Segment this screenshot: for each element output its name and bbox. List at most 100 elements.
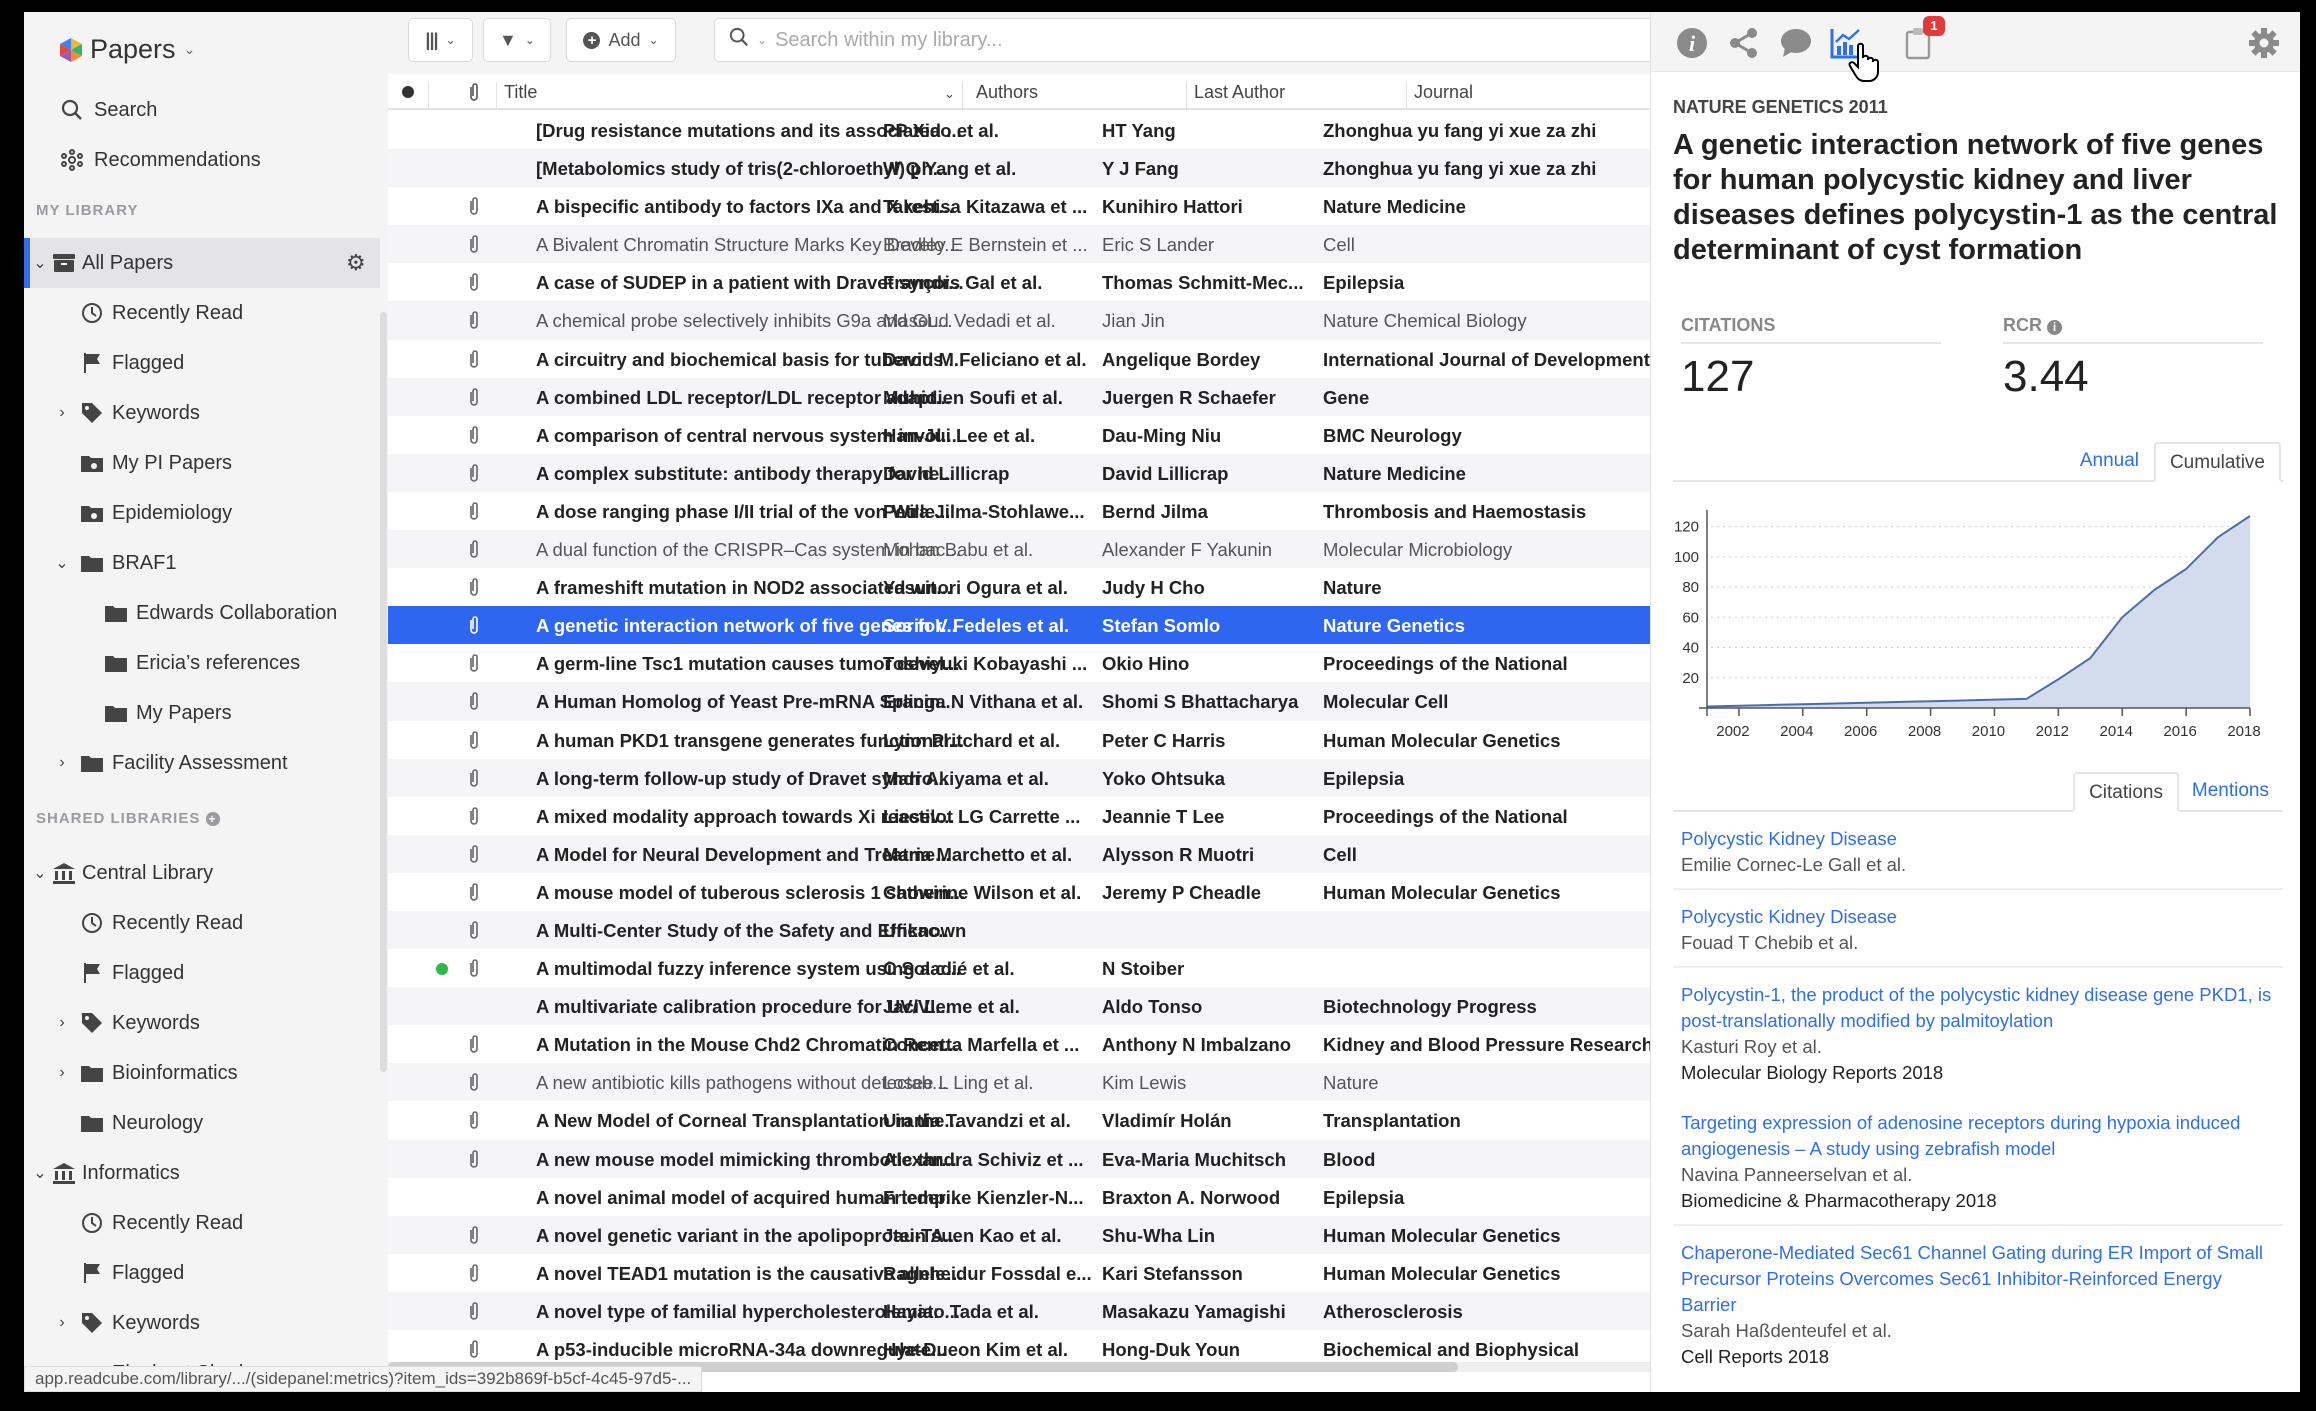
sidebar-item-informatics[interactable]: ⌄ Informatics (24, 1148, 380, 1198)
attachment-icon[interactable] (468, 920, 480, 940)
citing-paper-title-link[interactable]: Polycystic Kidney Disease (1681, 826, 2275, 852)
table-row[interactable]: A long-term follow-up study of Dravet sy… (388, 758, 1662, 797)
table-row[interactable]: A p53-inducible microRNA-34a downregulat… (388, 1330, 1662, 1361)
sidebar-item-edwards-collaboration[interactable]: Edwards Collaboration (24, 588, 380, 638)
attachment-icon[interactable] (468, 691, 480, 711)
table-row[interactable]: A dose ranging phase I/II trial of the v… (388, 492, 1662, 530)
sidebar-item-ericia-s-references[interactable]: Ericia’s references (24, 638, 380, 688)
sort-chevron-icon[interactable]: ⌄ (944, 86, 955, 102)
attachment-icon[interactable] (468, 349, 480, 369)
sidebar-item-flagged[interactable]: Flagged (24, 948, 380, 998)
table-row[interactable]: A Mutation in the Mouse Chd2 Chromatin R… (388, 1025, 1662, 1063)
attachment-icon[interactable] (468, 1034, 480, 1054)
attachment-icon[interactable] (468, 577, 480, 597)
chevron-down-icon[interactable]: ⌄ (757, 33, 767, 47)
columns-button[interactable]: ||| ⌄ (408, 18, 473, 62)
chevron-right-icon[interactable]: › (54, 1064, 70, 1082)
table-row[interactable]: A germ-line Tsc1 mutation causes tumor d… (388, 644, 1662, 682)
table-row[interactable]: A New Model of Corneal Transplantation i… (388, 1101, 1662, 1139)
column-journal[interactable]: Journal (1414, 82, 1473, 103)
sidebar-item-my-papers[interactable]: My Papers (24, 688, 380, 738)
attachment-icon[interactable] (468, 234, 480, 254)
table-row[interactable]: A novel type of familial hypercholestero… (388, 1291, 1662, 1330)
gear-icon[interactable]: ⚙ (346, 250, 366, 276)
attachment-icon[interactable] (468, 387, 480, 407)
attachment-icon[interactable] (468, 1225, 480, 1245)
chevron-down-icon[interactable]: ⌄ (32, 253, 48, 273)
attachment-icon[interactable] (468, 615, 480, 635)
table-row[interactable]: A combined LDL receptor/LDL receptor ada… (388, 377, 1662, 416)
attachment-icon[interactable] (468, 425, 480, 445)
tab-citations[interactable]: Citations (2073, 772, 2179, 812)
sidebar-item-facility-assessment[interactable]: › Facility Assessment (24, 738, 380, 788)
table-row[interactable]: A multimodal fuzzy inference system usin… (388, 949, 1662, 987)
table-row[interactable]: A complex substitute: antibody therapy f… (388, 453, 1662, 492)
attachment-icon[interactable] (468, 653, 480, 673)
chevron-right-icon[interactable]: › (54, 754, 70, 772)
sidebar-item-my-pi-papers[interactable]: My PI Papers (24, 438, 380, 488)
sidebar-search[interactable]: Search (24, 85, 380, 135)
attachment-icon[interactable] (468, 768, 480, 788)
column-authors[interactable]: Authors (976, 82, 1038, 103)
sidebar-item-epidemiology[interactable]: Epidemiology (24, 488, 380, 538)
table-row[interactable]: A frameshift mutation in NOD2 associated… (388, 568, 1662, 606)
chevron-down-icon[interactable]: ⌄ (54, 553, 70, 573)
comment-icon[interactable] (1779, 26, 1813, 60)
sidebar-item-keywords[interactable]: › Keywords (24, 998, 380, 1048)
tab-mentions[interactable]: Mentions (2178, 772, 2283, 812)
chevron-down-icon[interactable]: ⌄ (32, 863, 48, 883)
attachment-icon[interactable] (468, 196, 480, 216)
info-icon[interactable]: i (2047, 320, 2063, 335)
share-icon[interactable] (1727, 26, 1761, 60)
attachment-icon[interactable] (468, 844, 480, 864)
sidebar-item-recently-read[interactable]: Recently Read (24, 1198, 380, 1248)
app-menu[interactable]: Papers ⌄ (60, 34, 195, 65)
column-title[interactable]: Title (504, 82, 537, 103)
attachment-icon[interactable] (468, 272, 480, 292)
search-icon[interactable] (729, 27, 749, 53)
table-row[interactable]: A novel animal model of acquired human t… (388, 1178, 1662, 1216)
table-row[interactable]: A dual function of the CRISPR–Cas system… (388, 530, 1662, 569)
filter-button[interactable]: ▼ ⌄ (483, 18, 551, 62)
sidebar-recommendations[interactable]: Recommendations (24, 135, 380, 185)
table-row[interactable]: A Multi-Center Study of the Safety and E… (388, 910, 1662, 950)
table-row[interactable]: A mixed modality approach towards Xi rea… (388, 797, 1662, 835)
gear-icon[interactable] (2247, 26, 2281, 60)
attachment-icon[interactable] (468, 882, 480, 902)
attachment-icon[interactable] (468, 463, 480, 483)
column-last-author[interactable]: Last Author (1194, 82, 1285, 103)
table-row[interactable]: A bispecific antibody to factors IXa and… (388, 187, 1662, 225)
table-row[interactable]: A novel genetic variant in the apolipopr… (388, 1215, 1662, 1254)
table-row[interactable]: A case of SUDEP in a patient with Dravet… (388, 263, 1662, 301)
sidebar-item-bioinformatics[interactable]: › Bioinformatics (24, 1048, 380, 1098)
sidebar-item-flagged[interactable]: Flagged (24, 1248, 380, 1298)
attachment-icon[interactable] (468, 1149, 480, 1169)
citing-paper-title-link[interactable]: Chaperone-Mediated Sec61 Channel Gating … (1681, 1240, 2275, 1318)
table-row[interactable]: A Human Homolog of Yeast Pre-mRNA Splici… (388, 682, 1662, 721)
tab-annual[interactable]: Annual (2066, 442, 2153, 482)
table-row[interactable]: A comparison of central nervous system i… (388, 416, 1662, 454)
citing-paper-title-link[interactable]: Targeting expression of adenosine recept… (1681, 1110, 2275, 1162)
read-status-column-icon[interactable] (402, 86, 414, 98)
attachment-icon[interactable] (468, 1110, 480, 1130)
attachment-icon[interactable] (468, 1339, 480, 1359)
attachment-icon[interactable] (468, 806, 480, 826)
chevron-right-icon[interactable]: › (54, 404, 70, 422)
sidebar-item-recently-read[interactable]: Recently Read (24, 898, 380, 948)
citing-paper-title-link[interactable]: Polycystin-1, the product of the polycys… (1681, 982, 2275, 1034)
table-row[interactable]: A Bivalent Chromatin Structure Marks Key… (388, 225, 1662, 264)
attachment-icon[interactable] (468, 958, 480, 978)
attachment-column-icon[interactable] (468, 82, 480, 107)
sidebar-item-keywords[interactable]: › Keywords (24, 1298, 380, 1348)
attachment-icon[interactable] (468, 501, 480, 521)
search-input[interactable] (775, 28, 1576, 52)
sidebar-item-keywords[interactable]: › Keywords (24, 388, 380, 438)
sidebar-item-central-library[interactable]: ⌄ Central Library (24, 848, 380, 898)
table-row[interactable]: [Drug resistance mutations and its assoc… (388, 111, 1662, 149)
attachment-icon[interactable] (468, 1301, 480, 1321)
attachment-icon[interactable] (468, 1263, 480, 1283)
chevron-right-icon[interactable]: › (54, 1014, 70, 1032)
attachment-icon[interactable] (468, 310, 480, 330)
sidebar-scrollbar[interactable] (380, 312, 387, 1072)
chevron-down-icon[interactable]: ⌄ (32, 1163, 48, 1183)
